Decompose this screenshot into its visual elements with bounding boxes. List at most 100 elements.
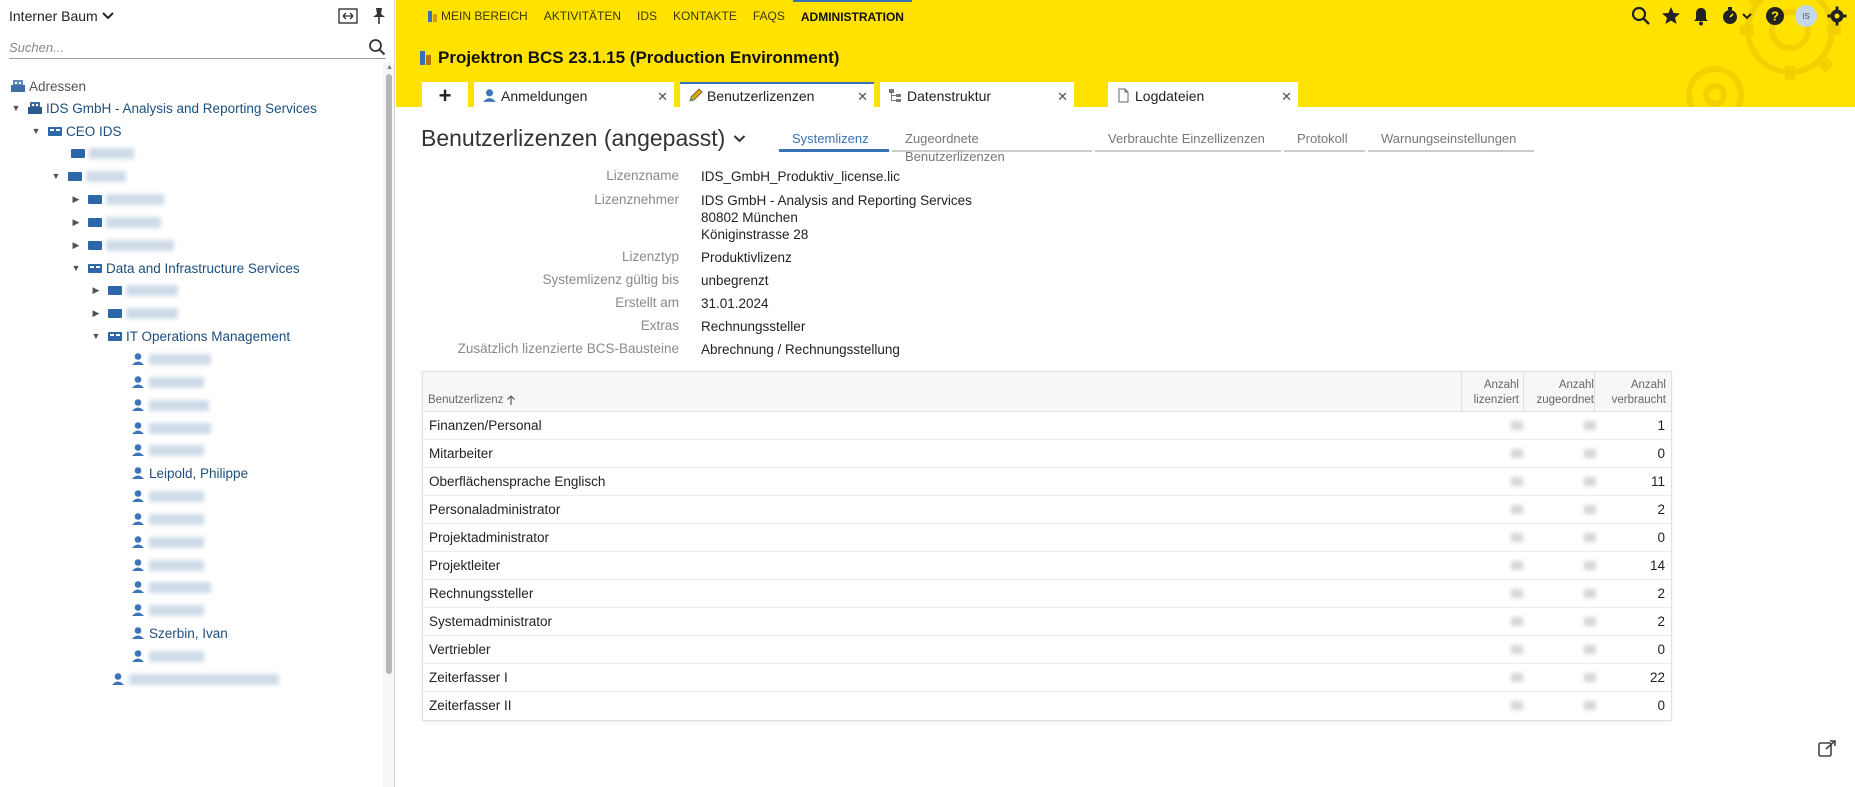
tree-collapsed-icon[interactable]: ▶ bbox=[70, 239, 82, 251]
tree-node-person-leipold[interactable]: Leipold, Philippe bbox=[130, 462, 248, 484]
tree-node-label: Szerbin, Ivan bbox=[149, 625, 228, 641]
tree-node-person[interactable] bbox=[130, 554, 204, 576]
tree-node-person[interactable] bbox=[130, 439, 204, 461]
table-row[interactable]: Oberflächensprache Englisch 11 bbox=[423, 468, 1671, 496]
row-license-name: Vertriebler bbox=[429, 642, 491, 657]
table-row[interactable]: Rechnungssteller 2 bbox=[423, 580, 1671, 608]
tree-expanded-icon[interactable]: ▼ bbox=[50, 170, 62, 182]
tree-node-ceo[interactable]: ▼ CEO IDS bbox=[30, 120, 122, 142]
collapse-sidebar-icon[interactable] bbox=[337, 6, 359, 26]
tree-node-person[interactable] bbox=[130, 417, 211, 439]
tree-node-redacted[interactable]: ▶ bbox=[70, 211, 161, 233]
column-header-verbraucht[interactable]: Anzahl verbraucht bbox=[1612, 378, 1666, 408]
table-row[interactable]: Systemadministrator 2 bbox=[423, 608, 1671, 636]
new-tab-button[interactable]: + bbox=[422, 82, 468, 107]
column-header-line1: Anzahl bbox=[1483, 379, 1519, 391]
tree-node-person[interactable] bbox=[130, 576, 211, 598]
nav-faqs[interactable]: FAQS bbox=[745, 0, 793, 32]
close-icon[interactable]: ✕ bbox=[1281, 89, 1292, 105]
nav-kontakte[interactable]: KONTAKTE bbox=[665, 0, 745, 32]
user-avatar[interactable]: IS bbox=[1795, 5, 1817, 27]
tree-node-data-infra[interactable]: ▼ Data and Infrastructure Services bbox=[70, 257, 300, 279]
close-icon[interactable]: ✕ bbox=[1057, 89, 1068, 105]
tab-benutzerlizenzen[interactable]: Benutzerlizenzen ✕ bbox=[680, 82, 874, 107]
tree-node-redacted[interactable]: ▶ bbox=[70, 188, 164, 210]
tree-node-redacted[interactable] bbox=[110, 668, 279, 690]
tree-expanded-icon[interactable]: ▼ bbox=[90, 330, 102, 342]
tree-node-person[interactable] bbox=[130, 485, 204, 507]
tree-node-redacted[interactable]: ▶ bbox=[90, 302, 178, 324]
close-icon[interactable]: ✕ bbox=[857, 89, 868, 105]
subtab-systemlizenz[interactable]: Systemlizenz bbox=[779, 130, 889, 152]
settings-gear-icon[interactable] bbox=[1827, 6, 1847, 26]
table-row[interactable]: Finanzen/Personal 1 bbox=[423, 412, 1671, 440]
table-row[interactable]: Projektleiter 14 bbox=[423, 552, 1671, 580]
table-row[interactable]: Zeiterfasser II 0 bbox=[423, 692, 1671, 720]
tree-expanded-icon[interactable]: ▼ bbox=[30, 125, 42, 137]
person-icon bbox=[483, 89, 496, 102]
column-header-lizenziert[interactable]: Anzahl lizenziert bbox=[1474, 378, 1519, 408]
column-header-zugeordnet[interactable]: Anzahl zugeordnet bbox=[1536, 378, 1594, 408]
nav-ids[interactable]: IDS bbox=[629, 0, 665, 32]
subtab-zugeordnete[interactable]: Zugeordnete Benutzerlizenzen bbox=[892, 130, 1092, 164]
tab-datenstruktur[interactable]: Datenstruktur ✕ bbox=[880, 82, 1074, 107]
subtab-warnungen[interactable]: Warnungseinstellungen bbox=[1368, 130, 1534, 152]
page-title[interactable]: Benutzerlizenzen (angepasst) bbox=[421, 125, 746, 152]
subtab-protokoll[interactable]: Protokoll bbox=[1284, 130, 1365, 152]
label-extras: Extras bbox=[640, 318, 679, 333]
search-input[interactable] bbox=[9, 36, 349, 58]
tab-anmeldungen[interactable]: Anmeldungen ✕ bbox=[474, 82, 674, 107]
tree-node-person[interactable] bbox=[130, 508, 204, 530]
tree-node-person-szerbin[interactable]: Szerbin, Ivan bbox=[130, 622, 228, 644]
redacted-value bbox=[1511, 673, 1523, 682]
table-row[interactable]: Zeiterfasser I 22 bbox=[423, 664, 1671, 692]
table-row[interactable]: Projektadministrator 0 bbox=[423, 524, 1671, 552]
column-header-benutzerlizenz[interactable]: Benutzerlizenz bbox=[428, 394, 516, 406]
tree-node-person[interactable] bbox=[130, 599, 204, 621]
subtab-verbrauchte[interactable]: Verbrauchte Einzellizenzen bbox=[1095, 130, 1281, 152]
tree-node-redacted[interactable] bbox=[70, 142, 134, 164]
tree-node-person[interactable] bbox=[130, 645, 204, 667]
redacted-value bbox=[1511, 701, 1523, 710]
search-icon[interactable] bbox=[1631, 6, 1651, 26]
tree-node-person[interactable] bbox=[130, 371, 204, 393]
tree-node-label: IDS GmbH - Analysis and Reporting Servic… bbox=[46, 100, 317, 116]
tree-node-redacted[interactable]: ▼ bbox=[50, 165, 126, 187]
star-icon[interactable] bbox=[1661, 6, 1681, 26]
nav-administration[interactable]: ADMINISTRATION bbox=[792, 0, 912, 32]
close-icon[interactable]: ✕ bbox=[657, 89, 668, 105]
tab-logdateien[interactable]: Logdateien ✕ bbox=[1108, 82, 1298, 107]
tree-node-redacted[interactable]: ▶ bbox=[90, 279, 178, 301]
tree-node-person[interactable] bbox=[130, 394, 209, 416]
table-row[interactable]: Vertriebler 0 bbox=[423, 636, 1671, 664]
tree-expanded-icon[interactable]: ▼ bbox=[10, 102, 22, 114]
nav-mein-bereich[interactable]: MEIN BEREICH bbox=[420, 0, 536, 32]
nav-aktivitaeten[interactable]: AKTIVITÄTEN bbox=[536, 0, 629, 32]
help-icon[interactable]: ? bbox=[1765, 6, 1785, 26]
table-row[interactable]: Personaladministrator 2 bbox=[423, 496, 1671, 524]
tree-node-company[interactable]: ▼ IDS GmbH - Analysis and Reporting Serv… bbox=[10, 97, 317, 119]
tree-node-addresses[interactable]: Adressen bbox=[10, 75, 86, 97]
pin-icon[interactable] bbox=[368, 6, 390, 26]
tree-node-redacted[interactable]: ▶ bbox=[70, 234, 174, 256]
search-icon[interactable] bbox=[368, 38, 386, 56]
sidebar-scrollbar[interactable]: ▲ bbox=[383, 62, 394, 787]
table-header: Benutzerlizenz Anzahl lizenziert Anzahl … bbox=[423, 372, 1671, 412]
tree-expanded-icon[interactable]: ▼ bbox=[70, 262, 82, 274]
timer-icon[interactable] bbox=[1721, 6, 1755, 26]
tree-collapsed-icon[interactable]: ▶ bbox=[70, 193, 82, 205]
tree-collapsed-icon[interactable]: ▶ bbox=[90, 284, 102, 296]
tree-collapsed-icon[interactable]: ▶ bbox=[90, 307, 102, 319]
tree-node-person[interactable] bbox=[130, 348, 211, 370]
table-row[interactable]: Mitarbeiter 0 bbox=[423, 440, 1671, 468]
sidebar: Interner Baum Adressen ▼ bbox=[0, 0, 395, 787]
bell-icon[interactable] bbox=[1691, 6, 1711, 26]
page-title-text: Benutzerlizenzen (angepasst) bbox=[421, 125, 726, 151]
tree-selector[interactable]: Interner Baum bbox=[9, 8, 114, 24]
export-icon[interactable] bbox=[1817, 739, 1837, 759]
scroll-up-icon[interactable]: ▲ bbox=[386, 64, 393, 71]
tree-node-person[interactable] bbox=[130, 531, 204, 553]
scrollbar-thumb[interactable] bbox=[386, 74, 392, 674]
tree-node-it-ops[interactable]: ▼ IT Operations Management bbox=[90, 325, 291, 347]
tree-collapsed-icon[interactable]: ▶ bbox=[70, 216, 82, 228]
